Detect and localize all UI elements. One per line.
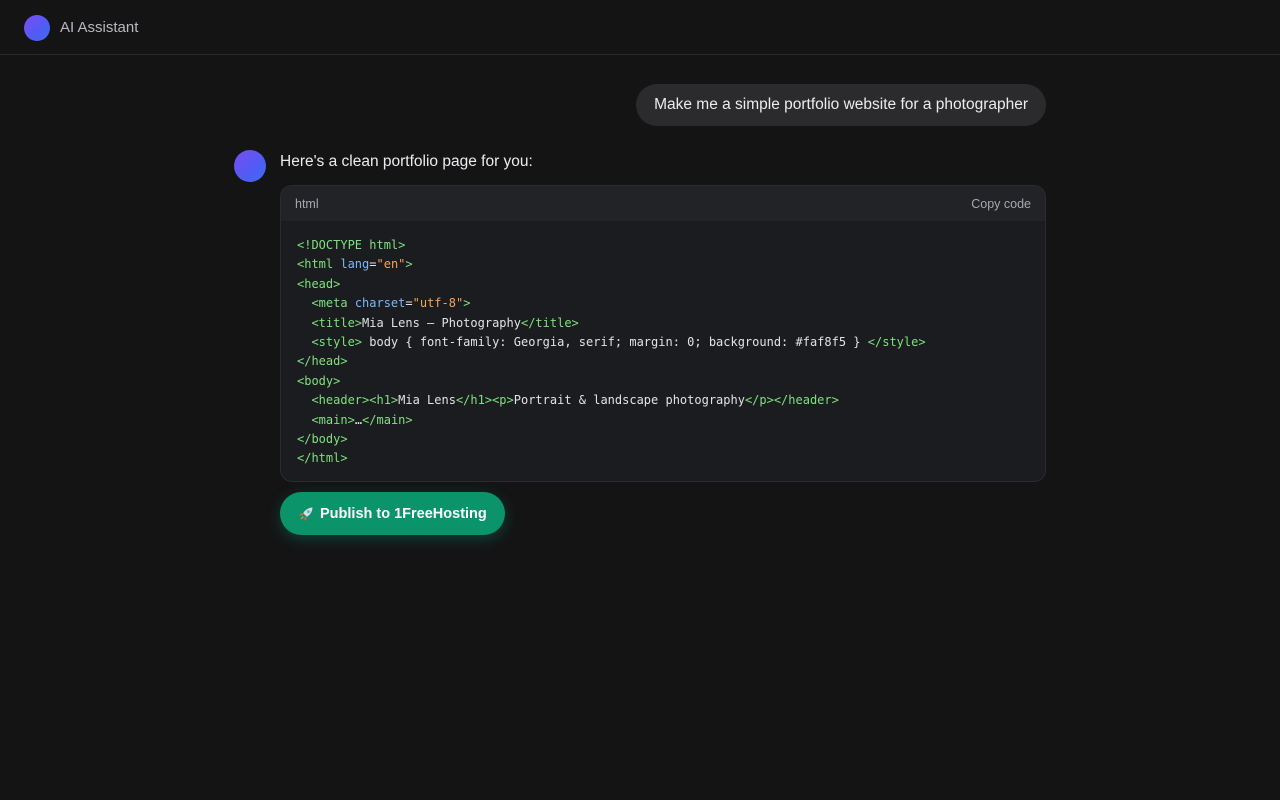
copy-code-button[interactable]: Copy code — [971, 197, 1031, 211]
code-token: </p></header> — [744, 393, 839, 408]
publish-button-label: Publish to 1FreeHosting — [320, 505, 487, 522]
code-token: … — [354, 412, 363, 427]
code-token: <!DOCTYPE html> — [297, 238, 406, 252]
code-token: <meta — [311, 296, 355, 311]
code-token: <body> — [297, 373, 341, 388]
code-token: Mia Lens — Photography — [362, 315, 521, 330]
code-token: </h1><p> — [455, 393, 514, 408]
app-logo — [24, 15, 50, 41]
code-line: <body> — [297, 372, 1029, 391]
code-token: "en" — [376, 257, 406, 272]
code-token: <html — [297, 257, 341, 272]
user-message-bubble: Make me a simple portfolio website for a… — [636, 84, 1046, 126]
code-line: </head> — [297, 352, 1029, 371]
code-token: <main> — [311, 412, 355, 427]
code-content: <!DOCTYPE html> <html lang="en"> <head> <m… — [281, 221, 1045, 469]
code-token: </style> — [867, 334, 926, 349]
code-token: > — [405, 257, 413, 272]
code-token: <style> — [311, 334, 363, 349]
code-token: </main> — [362, 412, 413, 427]
code-token: <title> — [311, 315, 363, 330]
code-language-label: html — [295, 196, 319, 211]
code-token: </body> — [297, 431, 348, 446]
code-line: </body> — [297, 430, 1029, 449]
code-token: lang — [340, 257, 370, 272]
code-token: charset — [354, 296, 406, 311]
code-token: <header><h1> — [311, 393, 399, 408]
code-token: </head> — [297, 354, 348, 369]
code-line: <main>…</main> — [297, 411, 1029, 430]
code-line: <html lang="en"> — [297, 255, 1029, 274]
code-block-header: html Copy code — [281, 186, 1045, 221]
code-line: <header><h1>Mia Lens</h1><p>Portrait & l… — [297, 391, 1029, 410]
rocket-icon — [298, 506, 314, 522]
code-token: <head> — [297, 276, 341, 291]
code-token: Portrait & landscape photography — [513, 393, 745, 408]
code-token: "utf-8" — [412, 296, 464, 311]
code-token: body { font-family: Georgia, serif; marg… — [362, 334, 868, 349]
code-line: <meta charset="utf-8"> — [297, 294, 1029, 313]
code-token: </title> — [520, 315, 579, 330]
app-title: AI Assistant — [60, 19, 139, 36]
code-token: Mia Lens — [398, 393, 456, 408]
code-token: = — [369, 257, 377, 272]
code-line: <title>Mia Lens — Photography</title> — [297, 314, 1029, 333]
publish-button[interactable]: Publish to 1FreeHosting — [280, 492, 505, 535]
top-bar: AI Assistant — [0, 0, 1280, 55]
code-line: <!DOCTYPE html> — [297, 236, 1029, 255]
code-token: > — [463, 296, 471, 311]
code-token: = — [405, 296, 413, 311]
code-block: html Copy code <!DOCTYPE html> <html lang… — [280, 185, 1046, 482]
assistant-message-text: Here's a clean portfolio page for you: — [280, 153, 533, 170]
assistant-avatar — [234, 150, 266, 182]
code-line: <head> — [297, 275, 1029, 294]
code-line: </html> — [297, 449, 1029, 468]
code-line: <style> body { font-family: Georgia, ser… — [297, 333, 1029, 352]
code-token: </html> — [297, 451, 348, 466]
